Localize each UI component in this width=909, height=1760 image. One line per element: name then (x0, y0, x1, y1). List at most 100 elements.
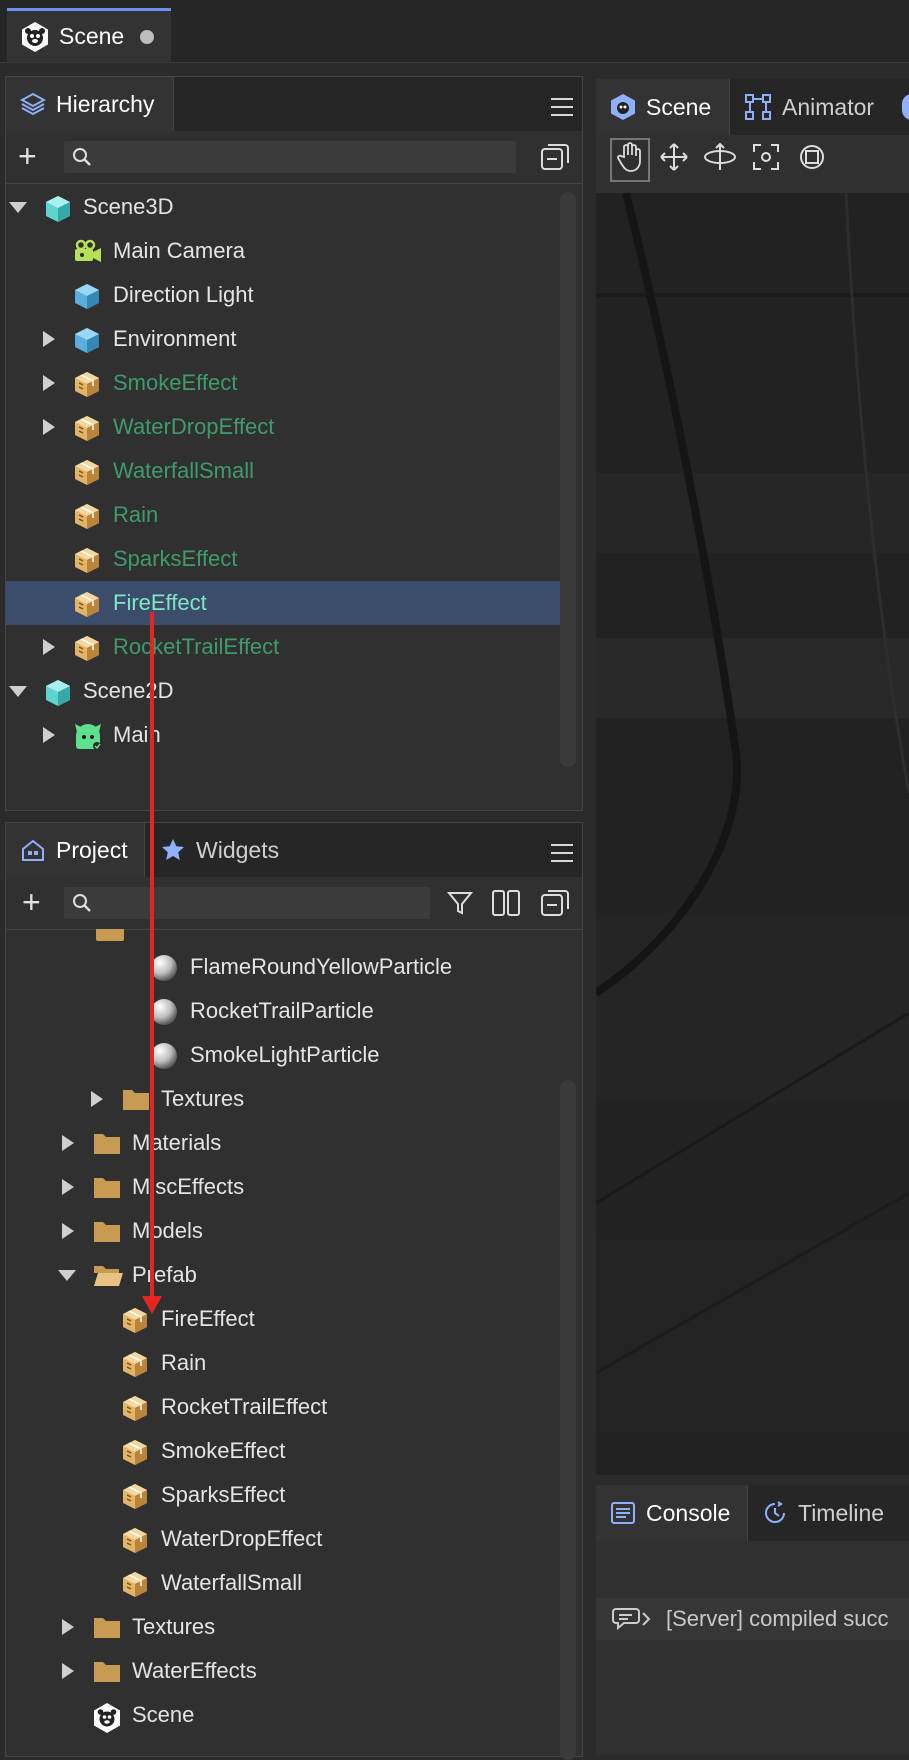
project-item-rockettrailparticle[interactable]: RocketTrailParticle (6, 989, 564, 1033)
project-item-materials[interactable]: Materials (6, 1121, 564, 1165)
hand-tool-button[interactable] (610, 138, 650, 182)
expand-arrow-icon[interactable] (62, 1223, 74, 1239)
rotate-tool-button[interactable] (700, 138, 740, 182)
project-scrollbar[interactable] (560, 1080, 576, 1760)
expand-arrow-icon[interactable] (43, 727, 55, 743)
hierarchy-item-scene2d[interactable]: Scene2D (6, 669, 564, 713)
filter-icon[interactable] (446, 889, 474, 923)
hierarchy-item-rockettraileffect[interactable]: RocketTrailEffect (6, 625, 564, 669)
hierarchy-item-scene3d[interactable]: Scene3D (6, 185, 564, 229)
hierarchy-search-input[interactable] (102, 141, 514, 175)
project-item-sparkseffect[interactable]: SparksEffect (6, 1473, 564, 1517)
project-item-textures[interactable]: Textures (6, 1605, 564, 1649)
project-item-waterdropeffect[interactable]: WaterDropEffect (6, 1517, 564, 1561)
tab-project[interactable]: Project (6, 823, 145, 877)
expand-arrow-icon[interactable] (43, 639, 55, 655)
project-item-label: RocketTrailEffect (161, 1394, 328, 1419)
project-item-smokeeffect[interactable]: SmokeEffect (6, 1429, 564, 1473)
prefab-box-icon (121, 1438, 149, 1466)
tab-hierarchy[interactable]: Hierarchy (6, 77, 174, 131)
tab-timeline[interactable]: Timeline (748, 1485, 908, 1541)
project-item-misceffects[interactable]: MiscEffects (6, 1165, 564, 1209)
expand-arrow-icon[interactable] (62, 1179, 74, 1195)
tab-console[interactable]: Console (596, 1485, 748, 1541)
project-toolbar: + (6, 877, 582, 930)
hierarchy-item-waterdropeffect[interactable]: WaterDropEffect (6, 405, 564, 449)
collapse-arrow-icon[interactable] (9, 686, 27, 697)
hierarchy-item-label: RocketTrailEffect (113, 634, 280, 659)
hierarchy-item-main[interactable]: Main (6, 713, 564, 757)
project-item-label: SmokeLightParticle (190, 1042, 380, 1067)
console-log-row[interactable]: [Server] compiled succ (596, 1598, 909, 1640)
project-item-label: Prefab (132, 1262, 197, 1287)
project-item-label: FireEffect (161, 1306, 255, 1331)
tab-animator[interactable]: Animator (730, 79, 900, 135)
move-icon (659, 142, 689, 178)
collapse-all-icon[interactable] (539, 887, 571, 925)
expand-arrow-icon[interactable] (43, 375, 55, 391)
hierarchy-item-waterfallsmall[interactable]: WaterfallSmall (6, 449, 564, 493)
collapse-arrow-icon[interactable] (9, 202, 27, 213)
hierarchy-item-environment[interactable]: Environment (6, 317, 564, 361)
project-item-models[interactable]: Models (6, 1209, 564, 1253)
timeline-icon (762, 1500, 788, 1526)
create-asset-button[interactable]: + (22, 886, 41, 918)
expand-arrow-icon[interactable] (91, 1091, 103, 1107)
hierarchy-item-fireeffect[interactable]: FireEffect (6, 581, 564, 625)
cube-icon (73, 326, 101, 354)
tab-scene[interactable]: Scene (596, 79, 730, 135)
expand-arrow-icon[interactable] (62, 1663, 74, 1679)
message-icon (612, 1605, 652, 1639)
collapse-all-icon[interactable] (539, 141, 571, 179)
layers-icon (20, 91, 46, 117)
hierarchy-panel: Hierarchy + Scene3D Main Camera Direction … (5, 76, 583, 811)
rect-tool-button[interactable] (792, 138, 832, 182)
hierarchy-menu-icon[interactable] (551, 98, 573, 116)
project-item-watereffects[interactable]: WaterEffects (6, 1649, 564, 1693)
hierarchy-item-direction-light[interactable]: Direction Light (6, 273, 564, 317)
hierarchy-item-label: Main Camera (113, 238, 246, 263)
sprite-2d-icon (73, 722, 101, 750)
project-menu-icon[interactable] (551, 844, 573, 862)
document-tab-scene[interactable]: Scene (7, 8, 171, 62)
project-item-rockettraileffect[interactable]: RocketTrailEffect (6, 1385, 564, 1429)
tab-widgets[interactable]: Widgets (146, 823, 302, 877)
project-item-rain[interactable]: Rain (6, 1341, 564, 1385)
project-item-label: Models (132, 1218, 203, 1243)
hierarchy-item-label: Scene2D (83, 678, 174, 703)
two-column-icon[interactable] (491, 888, 521, 924)
collapse-arrow-icon[interactable] (58, 1270, 76, 1281)
scale-tool-button[interactable] (746, 138, 786, 182)
project-item-scene[interactable]: Scene (6, 1693, 564, 1737)
project-item-flameroundyellowparticle[interactable]: FlameRoundYellowParticle (6, 945, 564, 989)
project-item-fireeffect[interactable]: FireEffect (6, 1297, 564, 1341)
expand-arrow-icon[interactable] (43, 419, 55, 435)
project-item-textures[interactable]: Textures (6, 1077, 564, 1121)
hierarchy-item-rain[interactable]: Rain (6, 493, 564, 537)
expand-arrow-icon[interactable] (43, 331, 55, 347)
hierarchy-item-smokeeffect[interactable]: SmokeEffect (6, 361, 564, 405)
project-item-label: Rain (161, 1350, 207, 1375)
project-item-waterfallsmall[interactable]: WaterfallSmall (6, 1561, 564, 1605)
expand-arrow-icon[interactable] (62, 1619, 74, 1635)
document-tab-label: Scene (59, 23, 125, 49)
hierarchy-scrollbar[interactable] (560, 192, 576, 767)
hierarchy-item-sparkseffect[interactable]: SparksEffect (6, 537, 564, 581)
project-item-label: Materials (132, 1130, 222, 1155)
material-sphere-icon (150, 954, 178, 982)
move-tool-button[interactable] (654, 138, 694, 182)
unsaved-dot-icon (140, 29, 155, 44)
prefab-box-icon (73, 414, 101, 442)
project-item-smokelightparticle[interactable]: SmokeLightParticle (6, 1033, 564, 1077)
console-tabstrip: Console Timeline (596, 1485, 909, 1542)
add-node-button[interactable]: + (18, 140, 37, 172)
hierarchy-item-main-camera[interactable]: Main Camera (6, 229, 564, 273)
project-item-prefab[interactable]: Prefab (6, 1253, 564, 1297)
cube-scene-icon (43, 678, 71, 706)
expand-arrow-icon[interactable] (62, 1135, 74, 1151)
document-tab-bar: Scene (0, 0, 909, 63)
scene-viewport[interactable] (596, 193, 909, 1475)
scene-logo-icon (19, 21, 51, 53)
next-tab-icon[interactable] (902, 94, 909, 120)
project-tabstrip: Project Widgets (6, 823, 582, 878)
